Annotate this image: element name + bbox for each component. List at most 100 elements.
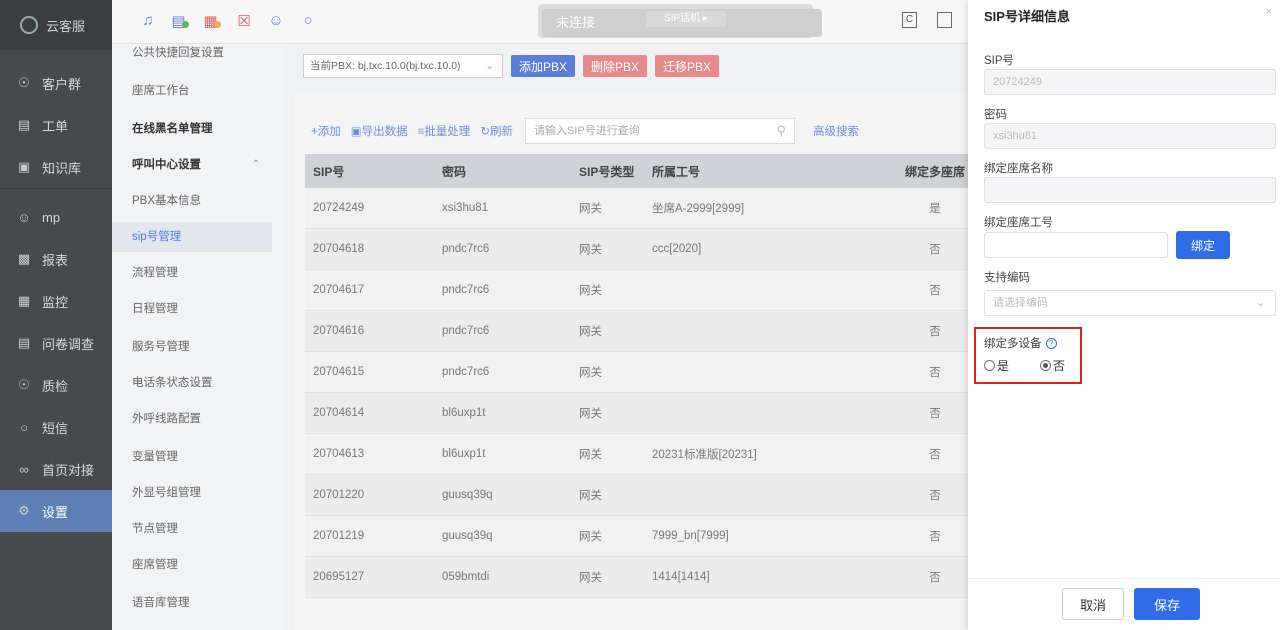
nav-item-quality[interactable]: ☉ 质检	[0, 364, 112, 406]
submenu-voice-library[interactable]: 语音库管理	[112, 588, 272, 618]
submenu-schedule[interactable]: 日程管理	[112, 294, 272, 324]
nav-item-customer-group[interactable]: ☉ 客户群	[0, 62, 112, 104]
export-button[interactable]: ▣导出数据	[351, 123, 408, 139]
sip-search-input[interactable]: 请输入SIP号进行查询 ⚲	[524, 118, 795, 144]
pbx-select[interactable]: 当前PBX: bj.txc.10.0(bj.txc.10.0) ⌄	[303, 54, 503, 78]
bind-button[interactable]: 绑定	[1176, 231, 1230, 259]
table-row[interactable]: 20701220 guusq39q 网关 否	[305, 475, 968, 516]
submenu-nodes[interactable]: 节点管理	[112, 514, 272, 544]
nav-divider	[0, 188, 112, 196]
multi-device-no-radio[interactable]: 否	[1040, 357, 1065, 374]
speaker-icon[interactable]: ♫	[137, 12, 159, 30]
codec-select[interactable]: 请选择编码 ⌄	[984, 290, 1276, 316]
agents-icon[interactable]: ☺	[265, 12, 287, 30]
link-icon: ∞	[19, 461, 29, 477]
header-type[interactable]: SIP号类型	[579, 163, 652, 180]
submenu-display-number-group[interactable]: 外显号组管理	[112, 478, 272, 508]
table-row[interactable]: 20704617 pndc7rc6 网关 否	[305, 270, 968, 311]
cell-password: 059bmtdi	[442, 571, 490, 583]
header-sip[interactable]: SIP号	[305, 163, 442, 180]
cell-sip: 20704614	[313, 407, 365, 419]
main-content: 当前PBX: bj.txc.10.0(bj.txc.10.0) ⌄ 添加PBX 删…	[285, 44, 968, 630]
cell-sip: 20695127	[313, 571, 365, 583]
cell-password: pndc7rc6	[442, 325, 490, 337]
cell-password: pndc7rc6	[442, 284, 490, 296]
chat-bubble-icon[interactable]: ○	[297, 12, 319, 30]
cell-type: 网关	[579, 408, 602, 420]
header-agent-no[interactable]: 所属工号	[652, 163, 902, 180]
logo-icon	[20, 16, 38, 34]
nav-item-home-integration[interactable]: ∞ 首页对接	[0, 448, 112, 490]
cell-type: 网关	[579, 490, 602, 502]
submenu-sip-management[interactable]: sip号管理	[112, 222, 272, 252]
nav-item-ticket[interactable]: ▤ 工单	[0, 104, 112, 146]
save-button[interactable]: 保存	[1134, 588, 1200, 620]
nav-item-sms[interactable]: ○ 短信	[0, 406, 112, 448]
pbx-row: 当前PBX: bj.txc.10.0(bj.txc.10.0) ⌄ 添加PBX 删…	[303, 54, 720, 78]
submenu-quick-reply[interactable]: 公共快捷回复设置	[112, 44, 272, 68]
header-multi-agent[interactable]: 绑定多座席	[902, 163, 968, 180]
save-icon[interactable]	[937, 12, 952, 28]
password-field: xsi3hu81	[984, 123, 1276, 149]
submenu-variables[interactable]: 变量管理	[112, 442, 272, 472]
migrate-pbx-button[interactable]: 迁移PBX	[655, 55, 720, 77]
advanced-search-link[interactable]: 高级搜索	[813, 123, 859, 139]
submenu-outbound-line[interactable]: 外呼线路配置	[112, 404, 272, 434]
cell-multi-agent: 是	[929, 203, 941, 215]
agent-no-input[interactable]	[984, 232, 1168, 258]
delete-pbx-button[interactable]: 删除PBX	[583, 55, 648, 77]
nav-item-monitor[interactable]: ▦ 监控	[0, 280, 112, 322]
table-row[interactable]: 20704615 pndc7rc6 网关 否	[305, 352, 968, 393]
radio-circle-icon	[984, 360, 995, 371]
survey-icon: ▤	[17, 335, 31, 350]
cell-agent-no: ccc[2020]	[652, 243, 702, 255]
cell-sip: 20704618	[313, 243, 365, 255]
submenu-callcenter-group[interactable]: 呼叫中心设置 ⌃	[112, 150, 272, 180]
table-row[interactable]: 20704613 bl6uxp1t 网关 20231标准版[20231] 否	[305, 434, 968, 475]
table-row[interactable]: 20704614 bl6uxp1t 网关 否	[305, 393, 968, 434]
radio-checked-icon	[1040, 360, 1051, 371]
sip-phone-button[interactable]: SIP话机 ▸	[646, 11, 726, 27]
table-row[interactable]: 20704618 pndc7rc6 网关 ccc[2020] 否	[305, 229, 968, 270]
batch-button[interactable]: ≡批量处理	[418, 123, 471, 139]
help-icon[interactable]: ?	[1045, 338, 1057, 349]
multi-device-label: 绑定多设备?	[984, 335, 1057, 351]
multi-device-highlight: 绑定多设备? 是 否	[974, 327, 1082, 384]
submenu-service-number[interactable]: 服务号管理	[112, 332, 272, 362]
cell-multi-agent: 否	[929, 531, 941, 543]
multi-device-yes-radio[interactable]: 是	[984, 357, 1009, 374]
chat-icon: ○	[20, 419, 28, 435]
table-row[interactable]: 20695127 059bmtdi 网关 1414[1414] 否	[305, 557, 968, 598]
mail-icon[interactable]: ☒	[233, 12, 255, 30]
table-row[interactable]: 20704616 pndc7rc6 网关 否	[305, 311, 968, 352]
submenu-flow[interactable]: 流程管理	[112, 258, 272, 288]
users-icon: ☺	[17, 209, 31, 225]
shield-check-icon: ☉	[18, 377, 30, 392]
gear-icon: ⚙	[18, 503, 30, 518]
submenu-phone-status[interactable]: 电话条状态设置	[112, 368, 272, 398]
add-button[interactable]: +添加	[311, 123, 341, 139]
nav-item-knowledge[interactable]: ▣ 知识库	[0, 146, 112, 188]
nav-item-report[interactable]: ▩ 报表	[0, 238, 112, 280]
cancel-button[interactable]: 取消	[1062, 588, 1124, 620]
submenu-pbx-info[interactable]: PBX基本信息	[112, 186, 272, 216]
add-pbx-button[interactable]: 添加PBX	[511, 55, 576, 77]
nav-item-settings[interactable]: ⚙ 设置	[0, 490, 112, 532]
cell-multi-agent: 否	[929, 572, 941, 584]
refresh-button[interactable]: ↻刷新	[480, 123, 513, 139]
table-row[interactable]: 20701219 guusq39q 网关 7999_bn[7999] 否	[305, 516, 968, 557]
list-toolbar: +添加 ▣导出数据 ≡批量处理 ↻刷新 请输入SIP号进行查询 ⚲ 高级搜索	[311, 118, 859, 144]
screen-status-icon[interactable]: ▤	[169, 12, 191, 30]
nav-item-survey[interactable]: ▤ 问卷调查	[0, 322, 112, 364]
header-password[interactable]: 密码	[442, 163, 579, 180]
submenu-agent-workbench[interactable]: 座席工作台	[112, 76, 272, 106]
book-icon: ▣	[17, 159, 31, 174]
copy-icon[interactable]: C	[902, 12, 917, 28]
submenu-blacklist[interactable]: 在线黑名单管理	[112, 114, 272, 144]
submenu-agents[interactable]: 座席管理	[112, 550, 272, 580]
nav-item-mp[interactable]: ☺ mp	[0, 196, 112, 238]
close-icon[interactable]: ×	[1266, 6, 1272, 18]
table-row[interactable]: 20724249 xsi3hu81 网关 坐席A-2999[2999] 是	[305, 188, 968, 229]
cell-multi-agent: 否	[929, 244, 941, 256]
busy-status-icon[interactable]: ▦	[201, 12, 223, 30]
